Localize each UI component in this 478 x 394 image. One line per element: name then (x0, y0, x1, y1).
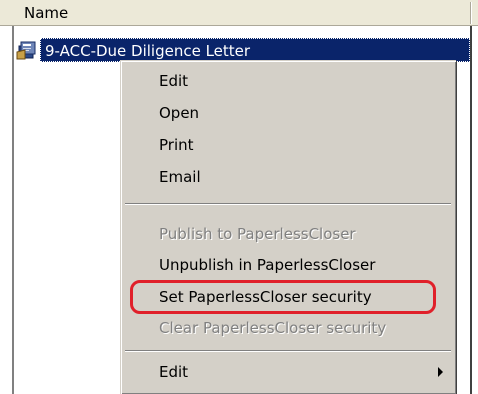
list-left-border (12, 26, 14, 394)
menu-separator (125, 203, 451, 205)
menu-item-publish-paperlesscloser: Publish to PaperlessCloser (159, 225, 356, 243)
document-package-icon (16, 40, 38, 60)
name-column-header[interactable]: Name (24, 4, 68, 22)
menu-separator (125, 350, 451, 352)
menu-item-email[interactable]: Email (159, 163, 201, 191)
menu-item-edit[interactable]: Edit (159, 67, 188, 95)
column-header: Name (0, 0, 478, 26)
menu-item-unpublish-paperlesscloser[interactable]: Unpublish in PaperlessCloser (159, 251, 375, 279)
list-item[interactable]: 9-ACC-Due Diligence Letter (14, 38, 470, 62)
list-right-border (470, 26, 472, 394)
file-name[interactable]: 9-ACC-Due Diligence Letter (40, 38, 470, 62)
context-menu: Edit Open Print Email Publish to Paperle… (120, 60, 456, 394)
menu-item-edit-submenu[interactable]: Edit (159, 358, 188, 386)
submenu-arrow-icon (438, 367, 443, 377)
menu-item-print[interactable]: Print (159, 131, 194, 159)
column-divider[interactable] (470, 2, 471, 24)
menu-item-clear-paperlesscloser-security: Clear PaperlessCloser security (159, 319, 387, 337)
menu-item-open[interactable]: Open (159, 99, 199, 127)
annotation-highlight (130, 280, 436, 314)
